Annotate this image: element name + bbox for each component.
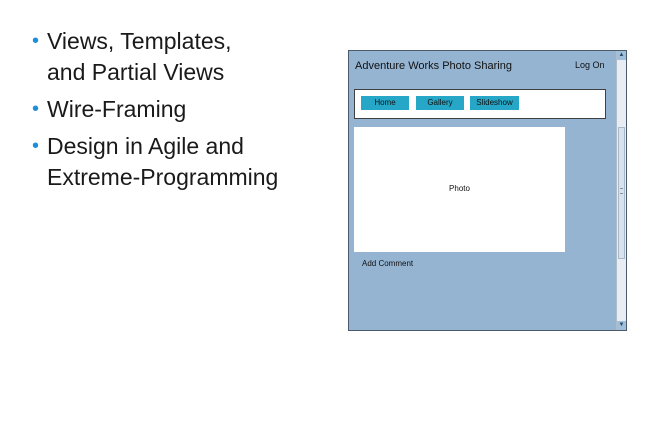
nav-button-slideshow[interactable]: Slideshow: [470, 96, 519, 110]
vertical-scrollbar[interactable]: ▲ ▼: [616, 51, 626, 330]
bullet-icon: •: [32, 98, 40, 120]
wireframe-window: Adventure Works Photo Sharing Log On Hom…: [348, 50, 627, 331]
scroll-thumb[interactable]: [618, 127, 625, 259]
bullet-item: • Design in Agile and Extreme-Programmin…: [32, 131, 278, 193]
bullet-text: Design in Agile and Extreme-Programming: [47, 133, 279, 190]
add-comment-link[interactable]: Add Comment: [362, 259, 413, 268]
grip-icon: [620, 188, 623, 194]
bullet-text: Wire-Framing: [47, 96, 187, 122]
bullet-list: • Views, Templates, and Partial Views • …: [32, 26, 278, 199]
nav-button-home[interactable]: Home: [361, 96, 409, 110]
photo-placeholder: Photo: [354, 127, 565, 252]
scroll-up-arrow-icon[interactable]: ▲: [617, 51, 626, 60]
nav-bar: Home Gallery Slideshow: [354, 89, 606, 119]
bullet-icon: •: [32, 135, 40, 157]
bullet-icon: •: [32, 30, 40, 52]
login-link[interactable]: Log On: [575, 60, 605, 70]
photo-label: Photo: [449, 184, 470, 193]
scroll-down-arrow-icon[interactable]: ▼: [617, 321, 626, 330]
nav-button-gallery[interactable]: Gallery: [416, 96, 464, 110]
bullet-item: • Wire-Framing: [32, 94, 278, 125]
bullet-item: • Views, Templates, and Partial Views: [32, 26, 278, 88]
site-title: Adventure Works Photo Sharing: [355, 60, 512, 72]
bullet-text: Views, Templates, and Partial Views: [47, 28, 232, 85]
